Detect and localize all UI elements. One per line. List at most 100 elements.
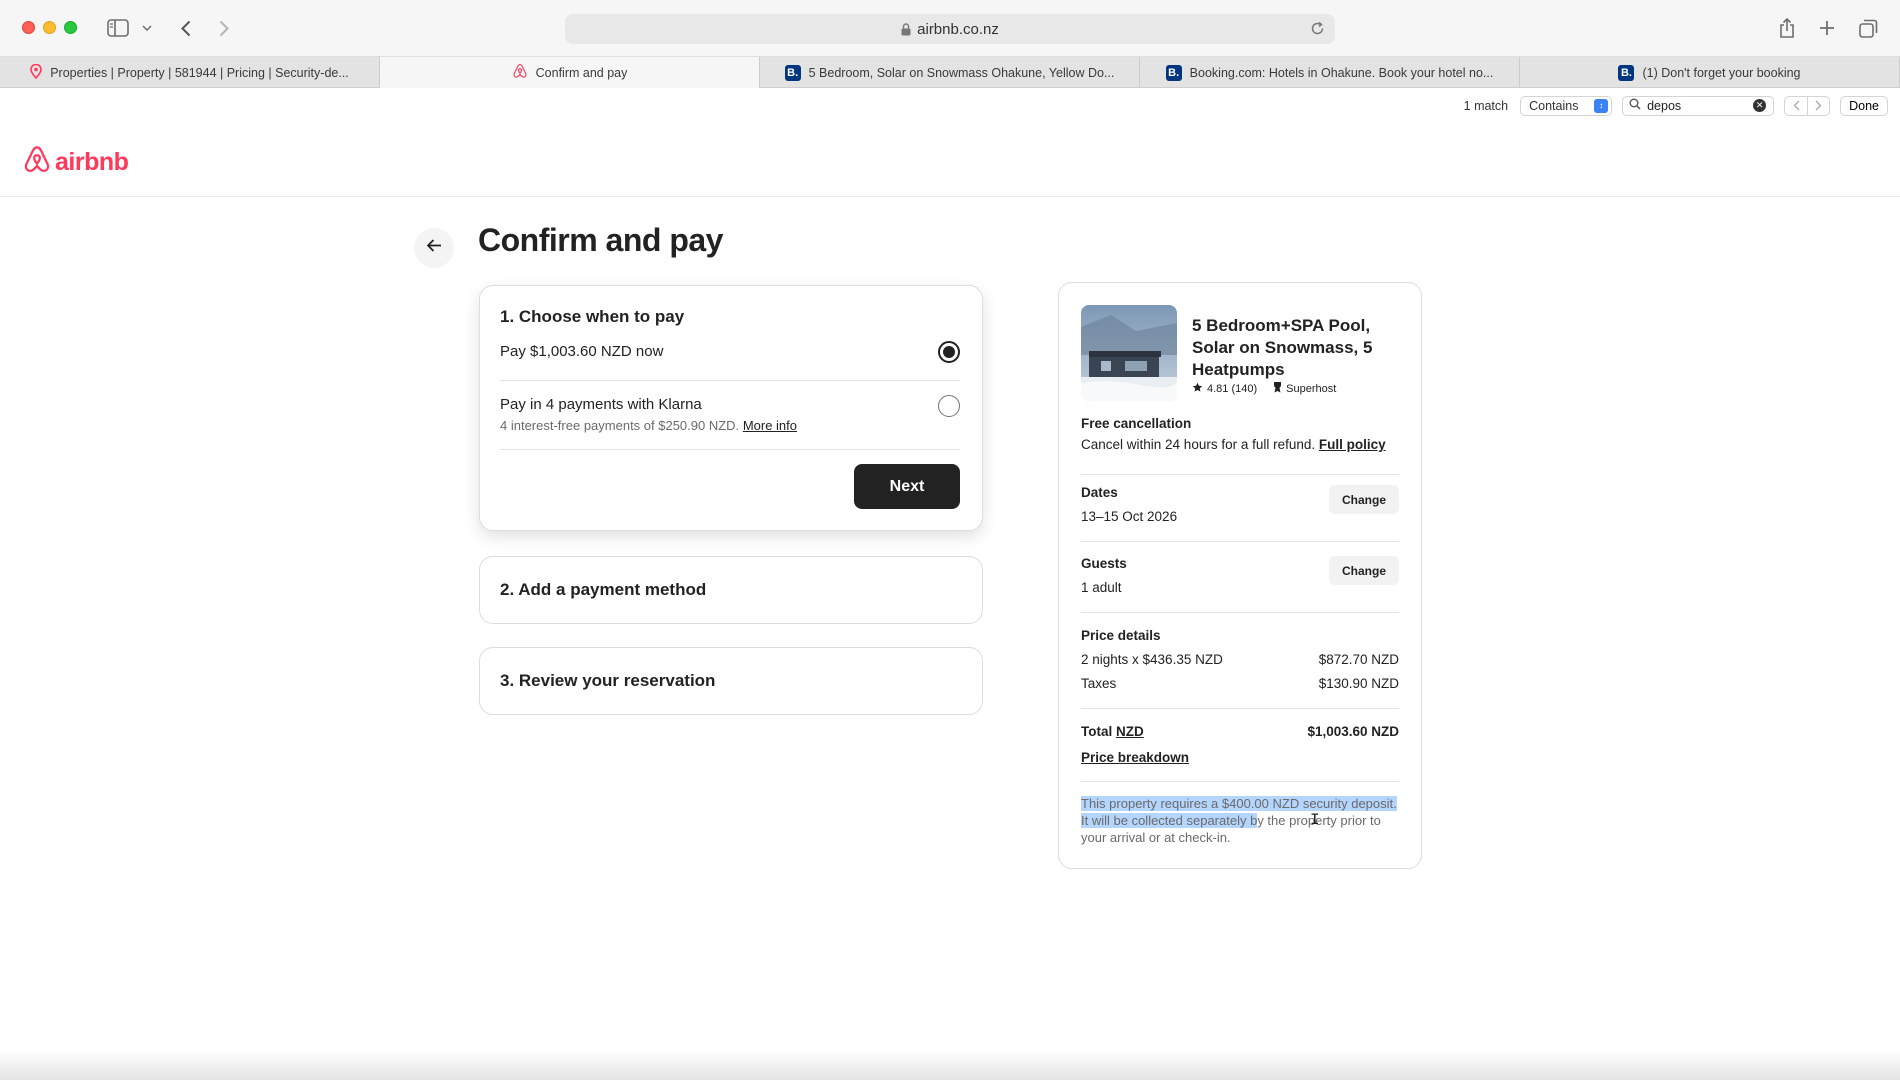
new-tab-icon[interactable]	[1816, 16, 1838, 40]
listing-title: 5 Bedroom+SPA Pool, Solar on Snowmass, 5…	[1192, 316, 1373, 379]
security-deposit-note: This property requires a $400.00 NZD sec…	[1081, 795, 1401, 846]
summary-divider	[1081, 708, 1399, 709]
summary-divider	[1081, 474, 1399, 475]
back-button[interactable]	[414, 228, 454, 268]
listing-meta: 4.81 (140) Superhost	[1192, 381, 1336, 396]
listing-photo	[1081, 305, 1177, 401]
step-review-reservation[interactable]: 3. Review your reservation	[479, 647, 983, 715]
logo-text: airbnb	[55, 147, 129, 176]
currency-link[interactable]: NZD	[1116, 724, 1144, 739]
step1-heading: 1. Choose when to pay	[500, 307, 685, 326]
guests-value: 1 adult	[1081, 580, 1122, 595]
total-amount: $1,003.60 NZD	[1307, 724, 1399, 739]
find-bar: 1 match Contains ↕ ✕ Done	[0, 89, 1900, 122]
tab-title: Properties | Property | 581944 | Pricing…	[50, 65, 349, 80]
window-bottom-shadow	[0, 1050, 1900, 1080]
updown-arrows-icon: ↕	[1594, 98, 1609, 113]
find-previous-icon[interactable]	[1785, 97, 1807, 115]
text-cursor-icon: I	[1310, 811, 1320, 829]
full-policy-link[interactable]: Full policy	[1319, 437, 1386, 452]
find-mode-select[interactable]: Contains ↕	[1520, 95, 1613, 116]
find-nav-group	[1784, 95, 1831, 116]
airbnb-icon	[512, 63, 528, 82]
airbnb-logo-icon	[22, 144, 52, 180]
klarna-subtext: 4 interest-free payments of $250.90 NZD.	[500, 418, 740, 433]
close-window-button[interactable]	[22, 21, 35, 34]
step2-heading: 2. Add a payment method	[500, 580, 707, 599]
cancellation-text: Cancel within 24 hours for a full refund…	[1081, 437, 1386, 452]
superhost-icon	[1273, 381, 1282, 396]
klarna-option-subtext: 4 interest-free payments of $250.90 NZD.…	[500, 418, 797, 433]
find-match-count: 1 match	[1463, 98, 1509, 113]
price-breakdown-link[interactable]: Price breakdown	[1081, 750, 1189, 765]
booking-icon: B.	[784, 64, 801, 81]
superhost-label: Superhost	[1286, 382, 1337, 395]
find-mode-label: Contains	[1529, 98, 1579, 113]
change-guests-button[interactable]: Change	[1329, 556, 1399, 585]
price-details-heading: Price details	[1081, 628, 1161, 643]
option-divider	[500, 449, 960, 450]
step3-heading: 3. Review your reservation	[500, 671, 716, 690]
find-input[interactable]	[1647, 98, 1748, 113]
browser-toolbar: airbnb.co.nz	[0, 0, 1900, 57]
pay-now-radio[interactable]	[938, 341, 960, 363]
booking-icon: B.	[1618, 64, 1635, 81]
pin-icon	[30, 63, 43, 82]
tab-snowmass-listing[interactable]: B. 5 Bedroom, Solar on Snowmass Ohakune,…	[760, 57, 1140, 88]
tab-properties[interactable]: Properties | Property | 581944 | Pricing…	[0, 57, 380, 88]
guests-label: Guests	[1081, 556, 1127, 571]
rating-text: 4.81 (140)	[1207, 382, 1258, 395]
forward-nav-icon[interactable]	[214, 16, 234, 40]
nights-line-amount: $872.70 NZD	[1318, 652, 1399, 667]
more-info-link[interactable]: More info	[743, 418, 797, 433]
taxes-line-label: Taxes	[1081, 676, 1117, 691]
step-choose-when-to-pay: 1. Choose when to pay Pay $1,003.60 NZD …	[479, 285, 983, 531]
total-text: Total	[1081, 724, 1113, 739]
tab-title: 5 Bedroom, Solar on Snowmass Ohakune, Ye…	[808, 65, 1115, 80]
dates-value: 13–15 Oct 2026	[1081, 509, 1178, 524]
dates-label: Dates	[1081, 485, 1118, 500]
tab-title: Booking.com: Hotels in Ohakune. Book you…	[1189, 65, 1494, 80]
find-next-icon[interactable]	[1807, 96, 1829, 115]
tab-booking-hotels[interactable]: B. Booking.com: Hotels in Ohakune. Book …	[1140, 57, 1520, 88]
klarna-radio[interactable]	[938, 395, 960, 417]
free-cancellation-heading: Free cancellation	[1081, 416, 1192, 431]
chevron-down-icon[interactable]	[140, 16, 154, 40]
lock-icon	[901, 22, 911, 36]
back-nav-icon[interactable]	[176, 16, 196, 40]
clear-icon[interactable]: ✕	[1753, 99, 1767, 112]
summary-divider	[1081, 781, 1399, 782]
total-label: Total NZD	[1081, 724, 1144, 739]
option-divider	[500, 380, 960, 381]
summary-divider	[1081, 612, 1399, 613]
step-add-payment-method[interactable]: 2. Add a payment method	[479, 556, 983, 624]
star-icon	[1192, 382, 1203, 396]
address-bar[interactable]: airbnb.co.nz	[565, 14, 1335, 44]
minimize-window-button[interactable]	[43, 21, 56, 34]
search-icon	[1629, 98, 1641, 113]
reload-icon[interactable]	[1310, 21, 1325, 36]
next-button[interactable]: Next	[854, 464, 960, 509]
tab-confirm-and-pay[interactable]: Confirm and pay	[380, 57, 760, 88]
booking-icon: B.	[1165, 64, 1182, 81]
page-title: Confirm and pay	[478, 222, 723, 258]
cancellation-policy-text: Cancel within 24 hours for a full refund…	[1081, 437, 1316, 452]
tab-overview-icon[interactable]	[1857, 16, 1879, 40]
site-header: airbnb	[0, 122, 1900, 197]
tab-title: Confirm and pay	[535, 65, 628, 80]
taxes-line-amount: $130.90 NZD	[1318, 676, 1399, 691]
tab-title: (1) Don't forget your booking	[1642, 65, 1801, 80]
airbnb-logo[interactable]: airbnb	[22, 144, 129, 180]
arrow-left-icon	[426, 239, 442, 257]
pay-now-option-label[interactable]: Pay $1,003.60 NZD now	[500, 343, 663, 360]
share-icon[interactable]	[1776, 16, 1798, 40]
zoom-window-button[interactable]	[64, 21, 77, 34]
klarna-option-label[interactable]: Pay in 4 payments with Klarna	[500, 396, 702, 413]
reservation-summary-card: 5 Bedroom+SPA Pool, Solar on Snowmass, 5…	[1058, 282, 1422, 869]
tab-dont-forget-booking[interactable]: B. (1) Don't forget your booking	[1520, 57, 1900, 88]
find-done-button[interactable]: Done	[1840, 95, 1888, 116]
change-dates-button[interactable]: Change	[1329, 485, 1399, 514]
find-search-field[interactable]: ✕	[1622, 95, 1775, 116]
sidebar-toggle-icon[interactable]	[106, 16, 130, 40]
tab-bar: Properties | Property | 581944 | Pricing…	[0, 57, 1900, 88]
